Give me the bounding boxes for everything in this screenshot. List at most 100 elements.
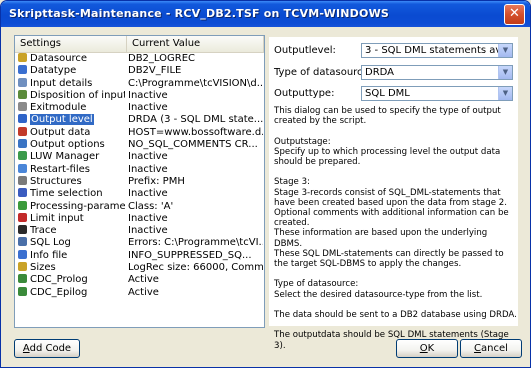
output-level-label: Outputlevel:	[274, 45, 336, 56]
info-icon	[18, 249, 27, 259]
setting-label: Datatype	[30, 65, 77, 77]
setting-name: Datatype	[18, 65, 125, 77]
close-button[interactable]: ✕	[504, 4, 525, 25]
setting-value: Inactive	[128, 102, 168, 114]
setting-label: Output options	[30, 139, 105, 151]
processing-icon	[18, 200, 27, 210]
setting-label: Processing-parameter	[30, 200, 125, 212]
output-level-value: 3 - SQL DML statements available	[365, 45, 512, 56]
setting-name: Exitmodule	[18, 102, 125, 114]
setting-value: Inactive	[128, 89, 168, 101]
list-item-luw-manager[interactable]: LUW Manager Inactive	[15, 151, 264, 163]
limit-icon	[18, 212, 27, 222]
list-item-cdc-prolog[interactable]: CDC_Prolog Active	[15, 274, 264, 286]
column-header-current-value[interactable]: Current Value	[127, 36, 264, 52]
setting-label: SQL Log	[30, 237, 71, 249]
list-item-cdc-epilog[interactable]: CDC_Epilog Active	[15, 286, 264, 299]
clock-icon	[18, 188, 27, 198]
datasource-type-label: Type of datasource:	[274, 67, 373, 78]
options-icon	[18, 139, 27, 149]
setting-label: Datasource	[30, 53, 88, 64]
setting-name: Output level	[18, 114, 125, 126]
setting-value: Prefix: PMH	[128, 175, 185, 187]
add-code-label: dd Code	[29, 343, 72, 354]
list-item-structures[interactable]: Structures Prefix: PMH	[15, 175, 264, 188]
list-item-exitmodule[interactable]: Exitmodule Inactive	[15, 102, 264, 114]
setting-label: Trace	[30, 225, 57, 237]
setting-label: Exitmodule	[30, 102, 87, 114]
search-icon	[18, 237, 27, 247]
list-item-disposition-of-input-files[interactable]: Disposition of input filesInactive	[15, 89, 264, 102]
list-item-output-level[interactable]: Output level DRDA (3 - SQL DML state...	[15, 114, 264, 126]
setting-label: Input details	[30, 77, 93, 89]
output-type-label: Outputtype:	[274, 88, 335, 99]
list-item-trace[interactable]: Trace Inactive	[15, 225, 264, 237]
setting-value: NO_SQL_COMMENTS CR...	[128, 139, 258, 151]
setting-value: LogRec size: 66000, Comm...	[128, 262, 263, 274]
setting-value: DB2V_FILE	[128, 65, 182, 77]
add-code-button[interactable]: Add Code	[14, 339, 80, 358]
ok-button[interactable]: OK	[396, 339, 458, 358]
list-item-datatype[interactable]: Datatype DB2V_FILE	[15, 65, 264, 77]
cancel-button[interactable]: Cancel	[460, 339, 522, 358]
list-item-output-options[interactable]: Output options NO_SQL_COMMENTS CR...	[15, 139, 264, 151]
setting-value: INFO_SUPPRESSED_SQ...	[128, 249, 252, 261]
script-icon	[18, 274, 27, 284]
setting-name: Trace	[18, 225, 125, 237]
setting-name: Time selection	[18, 188, 125, 200]
setting-label: Output level	[30, 114, 94, 126]
chevron-down-icon[interactable]: ▼	[498, 66, 512, 79]
exit-icon	[18, 102, 27, 112]
setting-name: CDC_Epilog	[18, 286, 125, 299]
restart-icon	[18, 163, 27, 173]
settings-list[interactable]: Settings Current Value Datasource DB2_LOG…	[14, 35, 265, 328]
list-item-restart-files[interactable]: Restart-files Inactive	[15, 163, 264, 176]
setting-label: Output data	[30, 126, 91, 138]
column-header-settings[interactable]: Settings	[15, 36, 127, 52]
list-item-sizes[interactable]: Sizes LogRec size: 66000, Comm...	[15, 262, 264, 274]
list-item-input-details[interactable]: Input details C:\Programme\tcVISION\d...	[15, 77, 264, 90]
datasource-type-value: DRDA	[365, 67, 395, 78]
list-item-output-data[interactable]: Output data HOST=www.bossoftware.d...	[15, 126, 264, 139]
output-type-select[interactable]: SQL DML ▼	[361, 86, 513, 101]
setting-name: Input details	[18, 77, 125, 90]
list-item-datasource[interactable]: Datasource DB2_LOGREC	[15, 53, 264, 65]
setting-name: Disposition of input files	[18, 89, 125, 102]
setting-value: C:\Programme\tcVISION\d...	[128, 77, 263, 89]
list-item-processing-parameter[interactable]: Processing-parameterClass: 'A'	[15, 200, 264, 213]
list-item-info-file[interactable]: Info file INFO_SUPPRESSED_SQ...	[15, 249, 264, 262]
setting-label: Limit input	[30, 212, 84, 224]
setting-name: Processing-parameter	[18, 200, 125, 213]
setting-name: Sizes	[18, 262, 125, 274]
setting-label: Info file	[30, 249, 68, 261]
output-type-value: SQL DML	[365, 88, 410, 99]
setting-value: DRDA (3 - SQL DML state...	[128, 114, 263, 126]
chevron-down-icon[interactable]: ▼	[498, 44, 512, 57]
setting-name: CDC_Prolog	[18, 274, 125, 286]
setting-value: DB2_LOGREC	[128, 53, 196, 64]
ok-hotkey: O	[419, 343, 428, 354]
list-item-sql-log[interactable]: SQL Log Errors: C:\Programme\tcVI...	[15, 237, 264, 249]
structure-icon	[18, 175, 27, 185]
output-level-icon	[18, 114, 27, 124]
setting-label: Restart-files	[30, 163, 90, 175]
setting-label: CDC_Prolog	[30, 274, 88, 286]
list-item-limit-input[interactable]: Limit input Inactive	[15, 212, 264, 225]
setting-name: LUW Manager	[18, 151, 125, 163]
add-code-hotkey: A	[22, 343, 30, 354]
trace-icon	[18, 225, 27, 235]
setting-value: Inactive	[128, 188, 168, 200]
output-data-icon	[18, 126, 27, 136]
title-bar[interactable]: Skripttask-Maintenance - RCV_DB2.TSF on …	[1, 1, 530, 27]
window-title: Skripttask-Maintenance - RCV_DB2.TSF on …	[9, 7, 390, 20]
datasource-type-select[interactable]: DRDA ▼	[361, 65, 513, 80]
setting-name: Output options	[18, 139, 125, 151]
chevron-down-icon[interactable]: ▼	[498, 87, 512, 100]
setting-value: Errors: C:\Programme\tcVI...	[128, 237, 263, 249]
list-item-time-selection[interactable]: Time selection Inactive	[15, 188, 264, 200]
setting-name: Info file	[18, 249, 125, 262]
output-level-select[interactable]: 3 - SQL DML statements available ▼	[361, 43, 513, 58]
setting-name: SQL Log	[18, 237, 125, 249]
setting-label: Structures	[30, 175, 82, 187]
setting-value: Inactive	[128, 225, 168, 237]
